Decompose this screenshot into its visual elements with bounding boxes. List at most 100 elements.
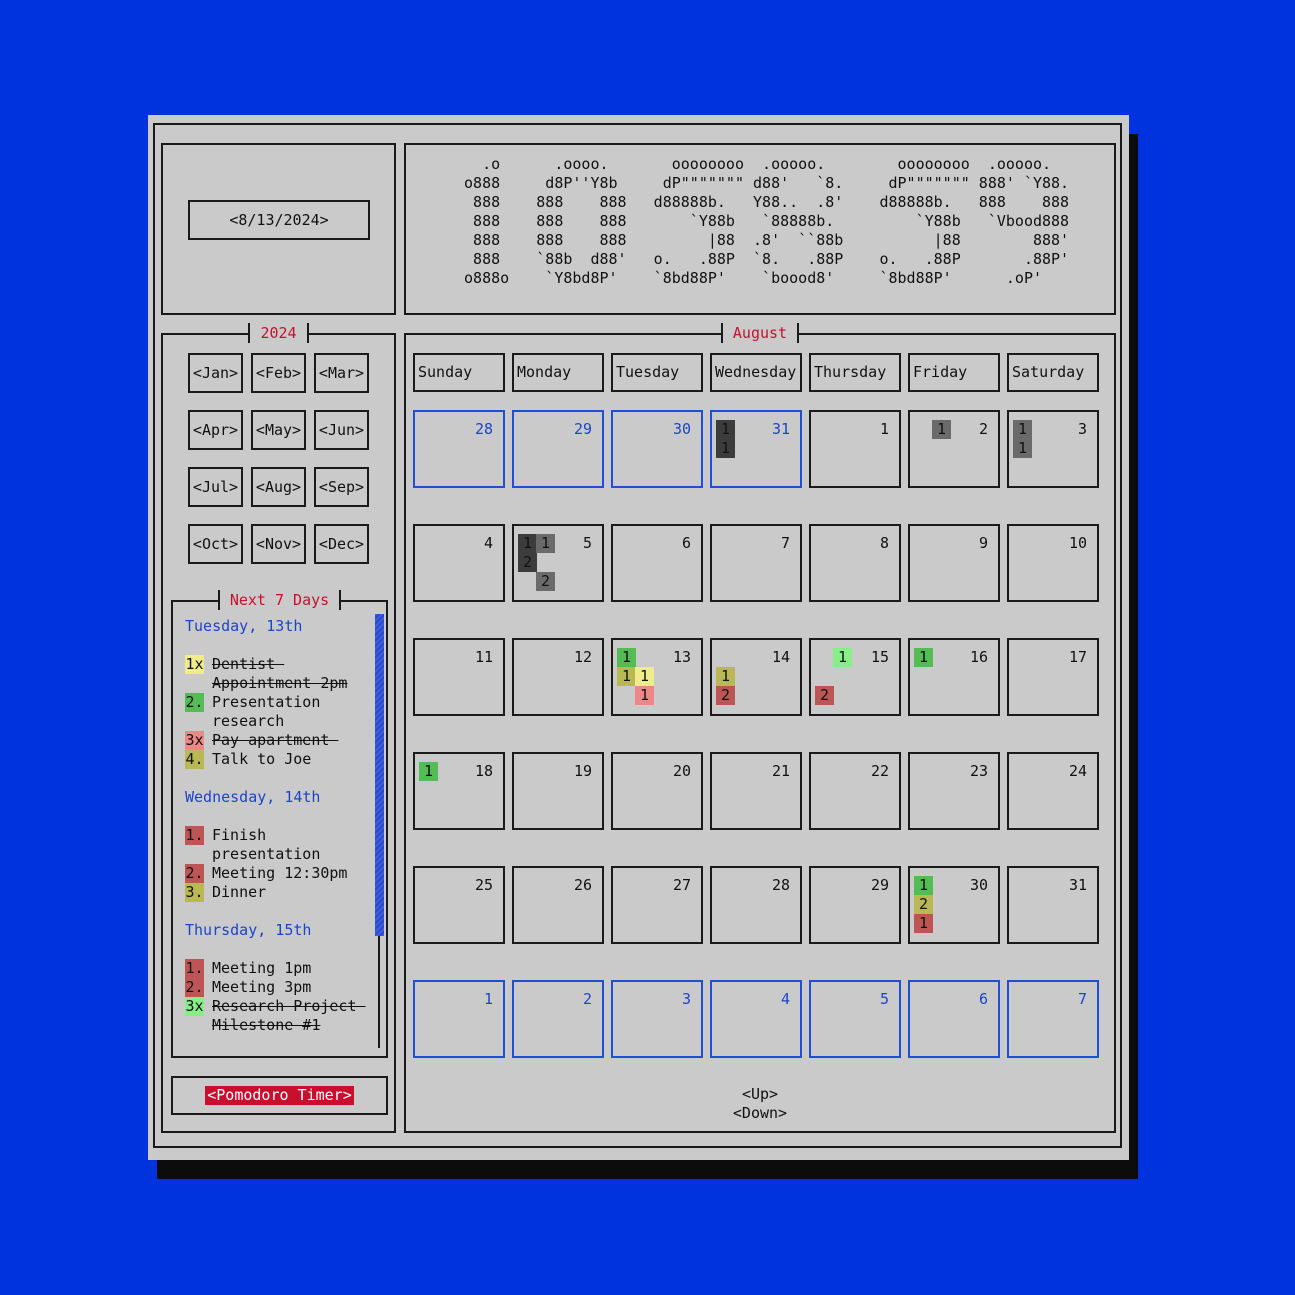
- event-chip[interactable]: 1: [716, 667, 735, 686]
- day-cell[interactable]: 1: [413, 980, 505, 1058]
- month-button[interactable]: <Dec>: [314, 524, 369, 564]
- month-button[interactable]: <Jul>: [188, 467, 243, 507]
- day-cell[interactable]: 26: [512, 866, 604, 944]
- day-number: 9: [978, 534, 988, 552]
- event-chip[interactable]: 2: [914, 895, 933, 914]
- agenda-item[interactable]: 1. Meeting 1pm: [185, 959, 311, 978]
- day-cell[interactable]: 15 1 2: [809, 638, 901, 716]
- agenda-item[interactable]: 4. Talk to Joe: [185, 750, 311, 769]
- event-chip[interactable]: 1: [536, 534, 555, 553]
- day-cell[interactable]: 21: [710, 752, 802, 830]
- day-cell[interactable]: 8: [809, 524, 901, 602]
- event-chip[interactable]: 1: [914, 914, 933, 933]
- event-chip[interactable]: 1: [716, 439, 735, 458]
- agenda-item[interactable]: 2. Meeting 3pm: [185, 978, 311, 997]
- event-chip[interactable]: 2: [518, 553, 537, 572]
- nav-down-button[interactable]: <Down>: [406, 1104, 1114, 1123]
- day-cell[interactable]: 3 11: [1007, 410, 1099, 488]
- day-cell[interactable]: 4: [710, 980, 802, 1058]
- agenda-item[interactable]: 3x Research Project Milestone #1: [185, 997, 366, 1035]
- event-chip[interactable]: 1: [1013, 420, 1032, 439]
- event-chip[interactable]: 1: [914, 648, 933, 667]
- day-cell[interactable]: 6: [611, 524, 703, 602]
- weekday-header: Tuesday: [611, 353, 703, 392]
- day-cell[interactable]: 29: [512, 410, 604, 488]
- agenda-item[interactable]: 1. Finish presentation: [185, 826, 320, 864]
- day-cell[interactable]: 24: [1007, 752, 1099, 830]
- month-panel: August Sunday Monday Tuesday Wednesday Thurs…: [404, 323, 1116, 1133]
- month-button[interactable]: <Oct>: [188, 524, 243, 564]
- event-chip[interactable]: 1: [617, 648, 636, 667]
- day-cell[interactable]: 51122: [512, 524, 604, 602]
- day-cell[interactable]: 9: [908, 524, 1000, 602]
- agenda-day-heading: Wednesday, 14th: [185, 788, 321, 806]
- day-cell[interactable]: 19: [512, 752, 604, 830]
- day-cell[interactable]: 4: [413, 524, 505, 602]
- month-button[interactable]: <Aug>: [251, 467, 306, 507]
- agenda-item-text: Presentation research: [212, 693, 321, 730]
- month-button[interactable]: <Jun>: [314, 410, 369, 450]
- weekday-header: Thursday: [809, 353, 901, 392]
- event-chip[interactable]: 1: [833, 648, 852, 667]
- agenda-item[interactable]: 2. Meeting 12:30pm: [185, 864, 347, 883]
- day-cell[interactable]: 31 1 1: [710, 410, 802, 488]
- event-chip[interactable]: 1: [635, 686, 654, 705]
- event-chip[interactable]: 2: [536, 572, 555, 591]
- day-cell[interactable]: 30 1 2 1: [908, 866, 1000, 944]
- day-cell[interactable]: 16 1: [908, 638, 1000, 716]
- event-chip[interactable]: 1: [932, 420, 951, 439]
- month-button[interactable]: <Feb>: [251, 353, 306, 393]
- month-button[interactable]: <Sep>: [314, 467, 369, 507]
- agenda-item[interactable]: 3. Dinner: [185, 883, 266, 902]
- pomodoro-timer-button[interactable]: <Pomodoro Timer>: [205, 1086, 354, 1105]
- day-cell[interactable]: 23: [908, 752, 1000, 830]
- day-number: 27: [672, 876, 691, 894]
- nav-up-button[interactable]: <Up>: [406, 1085, 1114, 1104]
- agenda-item[interactable]: 3x Pay apartment: [185, 731, 338, 750]
- agenda-item[interactable]: 2. Presentation research: [185, 693, 320, 731]
- event-chip[interactable]: 1: [617, 667, 636, 686]
- day-cell[interactable]: 17: [1007, 638, 1099, 716]
- event-chip[interactable]: 2: [716, 686, 735, 705]
- event-chip[interactable]: 1: [518, 534, 537, 553]
- month-button[interactable]: <Nov>: [251, 524, 306, 564]
- event-chip[interactable]: 1: [716, 420, 735, 439]
- event-chip[interactable]: 1: [419, 762, 438, 781]
- day-number: 28: [474, 420, 493, 438]
- day-cell[interactable]: 28: [413, 410, 505, 488]
- current-date-button[interactable]: <8/13/2024>: [188, 200, 370, 240]
- day-cell[interactable]: 12: [512, 638, 604, 716]
- agenda-item[interactable]: 1x Dentist Appointment 2pm: [185, 655, 347, 693]
- day-cell[interactable]: 30: [611, 410, 703, 488]
- agenda-item-marker: 2.: [185, 978, 204, 997]
- month-button[interactable]: <Mar>: [314, 353, 369, 393]
- day-cell[interactable]: 10: [1007, 524, 1099, 602]
- day-cell[interactable]: 7: [1007, 980, 1099, 1058]
- day-cell[interactable]: 13 1 1 1 1: [611, 638, 703, 716]
- day-cell[interactable]: 20: [611, 752, 703, 830]
- event-chip[interactable]: 2: [815, 686, 834, 705]
- month-button[interactable]: <May>: [251, 410, 306, 450]
- event-chip[interactable]: 1: [914, 876, 933, 895]
- day-cell[interactable]: 28: [710, 866, 802, 944]
- month-button[interactable]: <Apr>: [188, 410, 243, 450]
- day-cell[interactable]: 27: [611, 866, 703, 944]
- day-cell[interactable]: 22: [809, 752, 901, 830]
- day-cell[interactable]: 7: [710, 524, 802, 602]
- day-cell[interactable]: 18 1: [413, 752, 505, 830]
- day-cell[interactable]: 6: [908, 980, 1000, 1058]
- day-cell[interactable]: 11: [413, 638, 505, 716]
- day-cell[interactable]: 29: [809, 866, 901, 944]
- event-chip[interactable]: 1: [635, 667, 654, 686]
- day-cell[interactable]: 1: [809, 410, 901, 488]
- event-chip[interactable]: 1: [1013, 439, 1032, 458]
- agenda-list[interactable]: Tuesday, 13th 1x Dentist Appointment 2pm 2.…: [185, 617, 385, 1057]
- day-cell[interactable]: 3: [611, 980, 703, 1058]
- day-cell[interactable]: 31: [1007, 866, 1099, 944]
- day-cell[interactable]: 14 1 2: [710, 638, 802, 716]
- day-cell[interactable]: 5: [809, 980, 901, 1058]
- month-button[interactable]: <Jan>: [188, 353, 243, 393]
- day-cell[interactable]: 2: [512, 980, 604, 1058]
- day-cell[interactable]: 25: [413, 866, 505, 944]
- day-cell[interactable]: 21: [908, 410, 1000, 488]
